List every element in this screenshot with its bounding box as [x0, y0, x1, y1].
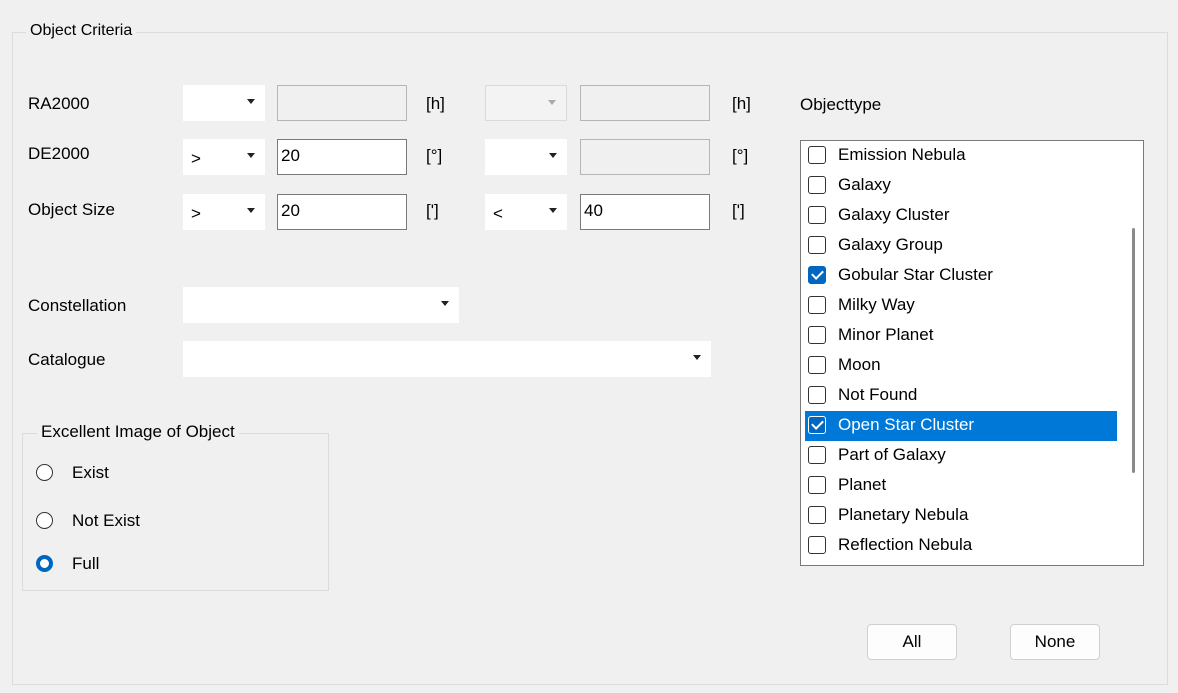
objecttype-item[interactable]: Planet — [805, 471, 1117, 501]
ra-unit-2: [h] — [732, 94, 751, 113]
ra-operator-1-select[interactable] — [183, 85, 265, 121]
checkbox-icon[interactable] — [808, 206, 826, 224]
objecttype-item-label: Emission Nebula — [838, 145, 966, 164]
chevron-down-icon — [247, 153, 255, 158]
radio-full-label[interactable]: Full — [72, 552, 99, 576]
objecttype-item-label: Galaxy Cluster — [838, 205, 950, 224]
objecttype-item-label: Part of Galaxy — [838, 445, 946, 464]
checkbox-icon[interactable] — [808, 146, 826, 164]
ra-value-1-field[interactable] — [277, 85, 407, 121]
objecttype-item-label: Gobular Star Cluster — [838, 265, 993, 284]
size-value-2-field[interactable]: 40 — [580, 194, 710, 230]
objecttype-item-label: Planetary Nebula — [838, 505, 969, 524]
de-value-2-field[interactable] — [580, 139, 710, 175]
chevron-down-icon — [548, 100, 556, 105]
objecttype-item[interactable]: Part of Galaxy — [805, 441, 1117, 471]
objecttype-item[interactable]: Planetary Nebula — [805, 501, 1117, 531]
objecttype-item[interactable]: Galaxy Group — [805, 231, 1117, 261]
objecttype-item-label: Open Star Cluster — [838, 415, 975, 434]
radio-exist-label[interactable]: Exist — [72, 461, 109, 485]
objecttype-item[interactable]: Galaxy — [805, 171, 1117, 201]
objecttype-item-label: Minor Planet — [838, 325, 934, 344]
de-unit-1: [°] — [426, 146, 443, 165]
chevron-down-icon — [549, 153, 557, 158]
de-unit-2: [°] — [732, 146, 749, 165]
objecttype-item-label: Milky Way — [838, 295, 915, 314]
ra-unit-1: [h] — [426, 94, 445, 113]
chevron-down-icon — [549, 208, 557, 213]
object-criteria-title: Object Criteria — [26, 21, 137, 41]
de-value-1-text: 20 — [281, 146, 300, 165]
radio-not-exist[interactable] — [36, 512, 53, 529]
checkbox-icon[interactable] — [808, 356, 826, 374]
checkbox-icon[interactable] — [808, 266, 826, 284]
objecttype-item-label: Moon — [838, 355, 881, 374]
all-button[interactable]: All — [867, 624, 957, 660]
objecttype-item-label: Planet — [838, 475, 887, 494]
constellation-select[interactable] — [183, 287, 459, 323]
chevron-down-icon — [247, 99, 255, 104]
objecttype-item[interactable]: Galaxy Cluster — [805, 201, 1117, 231]
de-operator-1-value: > — [191, 149, 201, 168]
size-operator-2-value: < — [493, 204, 503, 223]
objecttype-item[interactable]: Emission Nebula — [805, 141, 1117, 171]
size-unit-2: ['] — [732, 201, 745, 220]
checkbox-icon[interactable] — [808, 536, 826, 554]
constellation-label: Constellation — [28, 296, 127, 315]
ra-label: RA2000 — [28, 94, 90, 113]
ra-value-2-field[interactable] — [580, 85, 710, 121]
none-button[interactable]: None — [1010, 624, 1100, 660]
objecttype-item[interactable]: Reflection Nebula — [805, 531, 1117, 561]
chevron-down-icon — [247, 208, 255, 213]
checkbox-icon[interactable] — [808, 236, 826, 254]
radio-full[interactable] — [36, 555, 53, 572]
catalogue-select[interactable] — [183, 341, 711, 377]
objecttype-label: Objecttype — [800, 95, 882, 114]
checkbox-icon[interactable] — [808, 506, 826, 524]
checkbox-icon[interactable] — [808, 296, 826, 314]
size-value-2-text: 40 — [584, 201, 603, 220]
checkbox-icon[interactable] — [808, 176, 826, 194]
excellent-image-title: Excellent Image of Object — [37, 421, 239, 443]
checkbox-icon[interactable] — [808, 416, 826, 434]
objecttype-item-label: Galaxy Group — [838, 235, 943, 254]
objecttype-scrollbar[interactable] — [1132, 228, 1135, 473]
de-operator-1-select[interactable]: > — [183, 139, 265, 175]
objecttype-item-label: Reflection Nebula — [838, 535, 973, 554]
catalogue-label: Catalogue — [28, 350, 106, 369]
objecttype-item[interactable]: Open Star Cluster — [805, 411, 1117, 441]
objecttype-item[interactable]: Milky Way — [805, 291, 1117, 321]
objecttype-item[interactable]: Not Found — [805, 381, 1117, 411]
ra-operator-2-select[interactable] — [485, 85, 567, 121]
checkbox-icon[interactable] — [808, 476, 826, 494]
de-value-1-field[interactable]: 20 — [277, 139, 407, 175]
de-operator-2-select[interactable] — [485, 139, 567, 175]
size-value-1-text: 20 — [281, 201, 300, 220]
size-operator-1-select[interactable]: > — [183, 194, 265, 230]
objecttype-item[interactable]: Moon — [805, 351, 1117, 381]
objecttype-item-label: Galaxy — [838, 175, 891, 194]
checkbox-icon[interactable] — [808, 386, 826, 404]
size-operator-1-value: > — [191, 204, 201, 223]
objecttype-item-label: Not Found — [838, 385, 918, 404]
chevron-down-icon — [693, 355, 701, 360]
radio-exist[interactable] — [36, 464, 53, 481]
de-label: DE2000 — [28, 144, 90, 163]
size-unit-1: ['] — [426, 201, 439, 220]
size-label: Object Size — [28, 200, 115, 219]
chevron-down-icon — [441, 301, 449, 306]
objecttype-item[interactable]: Minor Planet — [805, 321, 1117, 351]
objecttype-item[interactable]: Gobular Star Cluster — [805, 261, 1117, 291]
radio-not-exist-label[interactable]: Not Exist — [72, 509, 140, 533]
excellent-image-group — [22, 433, 329, 591]
checkbox-icon[interactable] — [808, 446, 826, 464]
objecttype-list[interactable]: Emission Nebula Galaxy Galaxy Cluster Galax… — [800, 140, 1144, 566]
size-value-1-field[interactable]: 20 — [277, 194, 407, 230]
checkbox-icon[interactable] — [808, 326, 826, 344]
size-operator-2-select[interactable]: < — [485, 194, 567, 230]
